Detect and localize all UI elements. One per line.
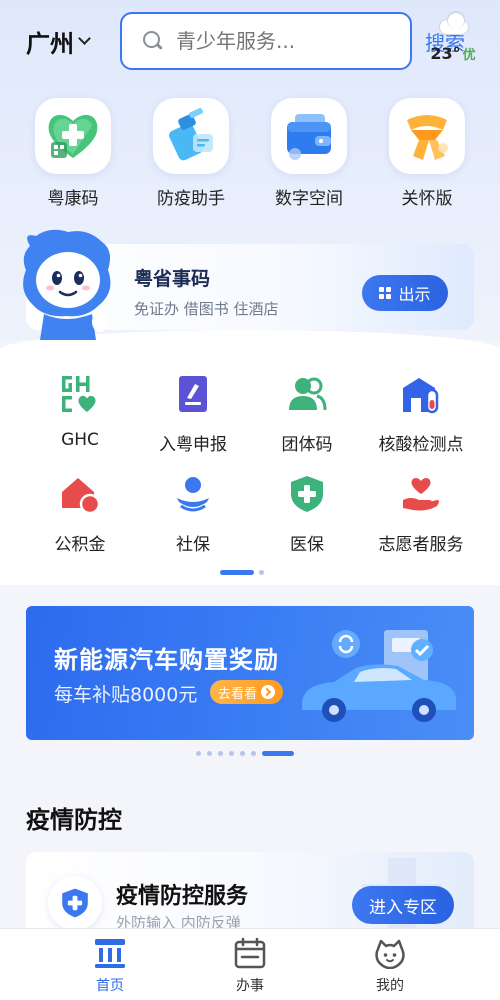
tab-services[interactable]: 办事 [205,929,295,1000]
tab-label: 首页 [96,978,124,994]
search-icon [142,30,164,52]
pager-dot [251,751,256,756]
tab-home[interactable]: 首页 [65,929,155,1000]
service-label: 志愿者服务 [378,535,464,555]
face-icon [375,939,405,969]
quick-action-health-code[interactable]: 粤康码 [23,98,123,209]
service-label: 公积金 [54,535,106,555]
temperature: 23° [430,44,461,63]
quick-action-label: 关怀版 [401,189,453,209]
tab-mine[interactable]: 我的 [345,929,435,1000]
service-group-code[interactable]: 团体码 [247,372,367,455]
form-pen-icon [171,372,215,416]
show-code-label: 出示 [398,285,431,304]
city-selector[interactable]: 广州 [26,24,91,58]
quick-action-epidemic-assistant[interactable]: 防疫助手 [141,98,241,209]
medical-shield-icon [285,472,329,516]
service-medical-insurance[interactable]: 医保 [247,472,367,555]
service-label: 社保 [176,535,210,555]
mascot-illustration [16,226,120,340]
banner-pager [196,751,294,756]
ghc-icon [58,372,102,416]
quick-action-label: 粤康码 [47,189,99,209]
pager-dot [259,570,264,575]
code-card-title: 粤省事码 [134,268,211,290]
arrow-right-icon [261,685,276,699]
search-bar[interactable]: 搜索 [120,12,465,70]
services-pager [220,570,264,575]
pager-dot [207,751,212,756]
banner-title: 新能源汽车购置奖励 [54,646,279,674]
social-security-icon [171,472,215,516]
calendar-icon [234,937,266,969]
spray-bottle-icon [153,98,229,174]
cloud-rain-icon [436,12,470,41]
banner-go-label: 去看看 [218,686,258,702]
air-quality: 优 [462,48,476,63]
banner-go-button[interactable]: 去看看 [210,680,284,704]
group-people-icon [285,372,329,416]
pager-dot [240,751,245,756]
service-social-security[interactable]: 社保 [133,472,253,555]
tab-label: 我的 [376,978,404,994]
show-code-button[interactable]: 出示 [362,275,448,311]
city-name: 广州 [26,29,74,58]
electric-car-illustration [294,624,464,734]
service-label: GHC [61,430,99,450]
qr-grid-icon [379,286,392,300]
epidemic-card-title: 疫情防控服务 [116,884,249,909]
service-label: 医保 [290,535,324,555]
scarf-icon [389,98,465,174]
service-ghc[interactable]: GHC [20,372,140,450]
service-housing-fund[interactable]: 公积金 [20,472,140,555]
service-volunteer[interactable]: 志愿者服务 [361,472,481,555]
health-heart-icon [35,98,111,174]
pager-dot [218,751,223,756]
service-entry-declaration[interactable]: 入粤申报 [133,372,253,455]
quick-action-label: 防疫助手 [157,189,225,209]
house-fund-icon [58,472,102,516]
service-test-sites[interactable]: 核酸检测点 [361,372,481,455]
heart-hand-icon [399,472,443,516]
search-input[interactable] [176,29,425,53]
banner-subtitle: 每车补贴8000元 [54,684,198,706]
home-icon [95,939,125,968]
service-label: 团体码 [281,435,333,455]
test-site-icon [399,372,443,416]
quick-actions: 粤康码 防疫助手 数字空间 关怀版 [0,98,500,209]
section-title: 疫情防控 [26,806,122,834]
wallet-cards-icon [271,98,347,174]
pager-dot [229,751,234,756]
pager-dot [196,751,201,756]
chevron-down-icon [78,31,91,45]
service-label: 入粤申报 [159,435,227,455]
tab-label: 办事 [236,978,264,994]
pager-dot-active [262,751,294,756]
code-card-subtitle: 免证办 借图书 住酒店 [134,300,279,318]
service-label: 核酸检测点 [378,435,464,455]
quick-action-label: 数字空间 [275,189,343,209]
shield-plus-icon [48,876,102,930]
bottom-tab-bar: 首页 办事 我的 [0,928,500,1000]
weather-widget[interactable]: 23° 优 [428,12,478,70]
quick-action-care-version[interactable]: 关怀版 [377,98,477,209]
pager-dot-active [220,570,254,575]
quick-action-digital-space[interactable]: 数字空间 [259,98,359,209]
promo-banner[interactable]: 新能源汽车购置奖励 每车补贴8000元 去看看 [26,606,474,740]
enter-zone-button[interactable]: 进入专区 [352,886,454,924]
